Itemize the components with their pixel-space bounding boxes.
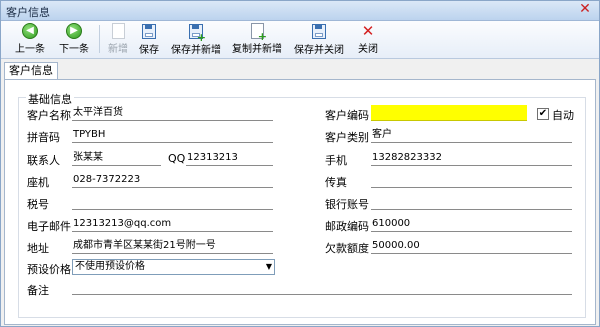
customer-window: 客户信息 ✕ ◀ 上一条 ▶ 下一条 新增 保存 + 保存并新增 + 复制并新增: [0, 0, 600, 327]
new-button[interactable]: 新增: [104, 23, 132, 56]
tax-field[interactable]: [72, 194, 273, 210]
auto-checkbox[interactable]: ✔: [537, 108, 549, 120]
next-label: 下一条: [59, 44, 89, 55]
address-label: 地址: [27, 242, 49, 255]
price-select[interactable]: 不使用预设价格 ▼: [72, 259, 275, 275]
price-label: 预设价格: [27, 263, 71, 276]
bank-field[interactable]: [371, 194, 572, 210]
auto-label: 自动: [552, 109, 574, 122]
tax-label: 税号: [27, 198, 49, 211]
credit-field[interactable]: 50000.00: [371, 238, 572, 254]
toolbar-separator: [99, 25, 100, 53]
copy-new-button[interactable]: + 复制并新增: [230, 23, 284, 56]
postcode-label: 邮政编码: [325, 220, 369, 233]
tab-customer-info[interactable]: 客户信息: [4, 62, 58, 80]
mobile-field[interactable]: 13282823332: [371, 150, 572, 166]
qq-label: QQ: [168, 152, 186, 165]
name-field[interactable]: 太平洋百货: [72, 105, 273, 121]
save-label: 保存: [139, 45, 159, 56]
pinyin-field[interactable]: TPYBH: [72, 127, 273, 143]
remark-label: 备注: [27, 284, 49, 297]
phone-field[interactable]: 028-7372223: [72, 172, 273, 188]
qq-field[interactable]: 12313213: [186, 150, 273, 166]
arrow-left-icon: ◀: [22, 23, 38, 39]
mobile-label: 手机: [325, 154, 347, 167]
fax-field[interactable]: [371, 172, 572, 188]
pinyin-label: 拼音码: [27, 131, 60, 144]
email-field[interactable]: 12313213@qq.com: [72, 216, 273, 232]
phone-label: 座机: [27, 176, 49, 189]
arrow-right-icon: ▶: [66, 23, 82, 39]
category-field[interactable]: 客户: [371, 127, 572, 143]
credit-label: 欠款额度: [325, 242, 369, 255]
copy-icon: +: [249, 23, 267, 42]
code-field[interactable]: [371, 105, 527, 121]
email-label: 电子邮件: [27, 220, 71, 233]
category-label: 客户类别: [325, 131, 369, 144]
name-label: 客户名称: [27, 109, 71, 122]
new-label: 新增: [108, 44, 128, 55]
contact-label: 联系人: [27, 154, 60, 167]
next-button[interactable]: ▶ 下一条: [54, 23, 94, 56]
postcode-field[interactable]: 610000: [371, 216, 572, 232]
price-select-value: 不使用预设价格: [75, 261, 145, 272]
copy-new-label: 复制并新增: [232, 44, 282, 55]
address-field[interactable]: 成都市青羊区某某街21号附一号: [72, 238, 273, 254]
save-close-label: 保存并关闭: [294, 45, 344, 56]
window-title: 客户信息: [6, 6, 50, 19]
fax-label: 传真: [325, 176, 347, 189]
new-document-icon: [110, 23, 126, 39]
contact-field[interactable]: 张某某: [72, 150, 161, 166]
group-title: 基础信息: [26, 91, 74, 107]
chevron-down-icon[interactable]: ▼: [266, 260, 272, 274]
close-label: 关闭: [358, 44, 378, 55]
window-close-icon[interactable]: ✕: [576, 1, 594, 18]
prev-label: 上一条: [15, 44, 45, 55]
save-icon: [141, 24, 157, 40]
prev-button[interactable]: ◀ 上一条: [11, 23, 49, 56]
save-button[interactable]: 保存: [136, 23, 162, 56]
close-icon: ✕: [361, 22, 375, 40]
tab-strip: 客户信息: [1, 59, 599, 80]
save-new-icon: +: [188, 24, 206, 43]
code-label: 客户编码: [325, 109, 369, 122]
save-new-label: 保存并新增: [171, 45, 221, 56]
toolbar: ◀ 上一条 ▶ 下一条 新增 保存 + 保存并新增 + 复制并新增 保存并关闭: [1, 21, 599, 59]
save-new-button[interactable]: + 保存并新增: [169, 23, 223, 56]
remark-field[interactable]: [72, 279, 572, 295]
save-close-icon: [311, 24, 327, 40]
title-bar: 客户信息 ✕: [1, 1, 599, 21]
bank-label: 银行账号: [325, 198, 369, 211]
save-close-button[interactable]: 保存并关闭: [292, 23, 346, 56]
close-button[interactable]: ✕ 关闭: [355, 23, 381, 56]
tab-panel: 基础信息 客户名称 太平洋百货 客户编码 ✔ 自动 拼音码 TPYBH 客户类别…: [4, 79, 596, 325]
